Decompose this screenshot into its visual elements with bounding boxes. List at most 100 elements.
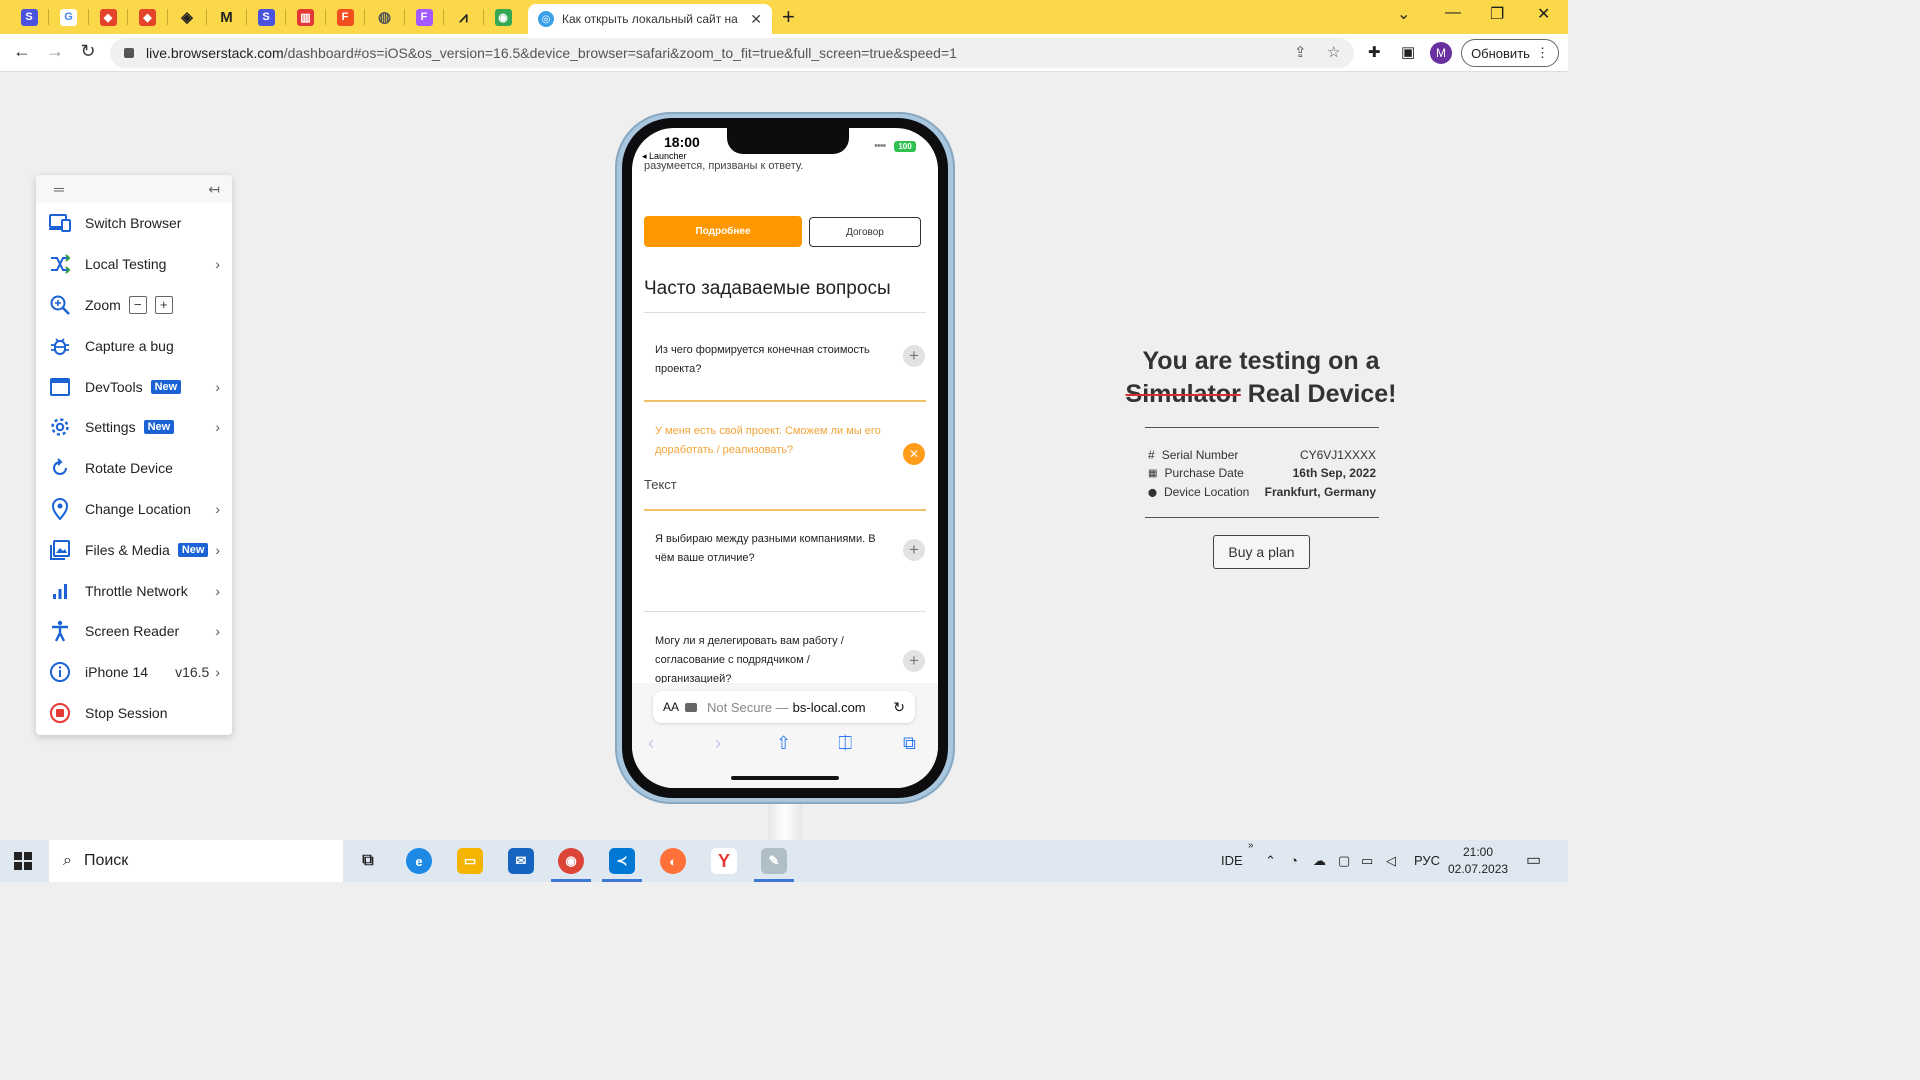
device-screen[interactable]: 18:00 ◂ Launcher •••• 100 разумеется, пр… [632,128,938,788]
battery-icon[interactable]: ▭ [1361,853,1373,869]
safari-bookmarks-icon[interactable]: ⎅ [838,733,852,754]
safari-forward-icon[interactable]: › [715,733,721,754]
volume-icon[interactable]: ◁ [1386,853,1396,869]
chrome-icon: ◉ [494,8,512,26]
tray-language[interactable]: РУС [1414,853,1440,868]
menu-item-change-location[interactable]: Change Location › [36,489,232,530]
edge-icon[interactable]: e [406,848,432,874]
zoom-out-button[interactable]: − [128,295,147,314]
file-explorer-icon[interactable]: ▭ [457,848,483,874]
address-bar[interactable]: live.browserstack.com/dashboard#os=iOS&o… [110,38,1354,68]
menu-item-rotate-device[interactable]: Rotate Device [36,448,232,489]
menu-item-screen-reader[interactable]: Screen Reader › [36,611,232,652]
menu-item-label: Files & Media [85,541,170,558]
pinned-tab[interactable]: ◍ [368,5,402,29]
pinned-tab[interactable]: F [407,5,441,29]
task-view-icon[interactable]: ⧉ [355,848,381,874]
faq-question[interactable]: Из чего формируется конечная стоимость п… [655,341,885,379]
home-indicator[interactable] [731,776,839,780]
drag-handle-icon[interactable]: ═ [54,181,64,197]
bookmark-star-icon[interactable]: ☆ [1327,43,1340,61]
menu-item-files-media[interactable]: Files & Media New › [36,529,232,570]
pinned-tab[interactable]: ◉ [486,5,520,29]
expand-plus-icon[interactable]: + [903,539,925,561]
menu-item-switch-browser[interactable]: Switch Browser [36,203,232,244]
tab-search-icon[interactable]: ⌄ [1397,4,1410,24]
reload-button[interactable]: ↻ [76,41,100,62]
pinned-tab[interactable]: S [249,5,283,29]
active-app-indicator [602,879,642,882]
paint-icon[interactable]: ✎ [761,848,787,874]
pinned-tab[interactable]: ▥ [289,5,323,29]
share-icon[interactable]: ⇪ [1294,43,1307,61]
buy-plan-button[interactable]: Buy a plan [1213,535,1310,569]
new-tab-button[interactable]: + [782,4,795,30]
expand-plus-icon[interactable]: + [903,650,925,672]
close-window-button[interactable]: ✕ [1537,4,1550,24]
faq-question[interactable]: Я выбираю между разными компаниями. В чё… [655,530,885,568]
tab-active[interactable]: ◎ Как открыть локальный сайт на ✕ [528,4,772,34]
menu-item-zoom[interactable]: Zoom − + [36,285,232,326]
pinned-tab[interactable]: M [210,5,244,29]
profile-avatar[interactable]: M [1430,42,1452,64]
windows-start-icon[interactable] [14,852,32,870]
pinned-tab[interactable]: G [52,5,86,29]
safari-back-icon[interactable]: ‹ [648,733,654,754]
menu-item-throttle-network[interactable]: Throttle Network › [36,570,232,611]
purchase-label: Purchase Date [1164,466,1244,480]
safari-share-icon[interactable]: ⇧ [776,733,791,754]
maximize-button[interactable]: ❐ [1490,4,1504,24]
pinned-tab[interactable]: ◈ [170,5,204,29]
tab-separator [482,9,484,25]
faq-question[interactable]: Могу ли я делегировать вам работу / согл… [655,632,885,689]
menu-item-devtools[interactable]: DevTools New › [36,366,232,407]
forward-button[interactable]: → [43,41,67,62]
taskbar-search[interactable]: ⌕ Поиск [49,840,343,882]
pinned-tab[interactable]: ⩘ [447,5,481,29]
faq-question-open[interactable]: У меня есть свой проект. Сможем ли мы ег… [655,422,885,460]
reader-aa-button[interactable]: AA [663,700,679,714]
location-icon [48,497,72,521]
extensions-icon[interactable]: ✚ [1368,43,1381,61]
contract-button[interactable]: Договор [809,217,921,247]
tray-overflow-icon[interactable]: » [1248,840,1254,851]
pinned-tab[interactable]: S [12,5,46,29]
zoom-in-button[interactable]: + [154,295,173,314]
wifi-icon[interactable]: ◔ [1290,853,1298,868]
yandex-icon[interactable]: Y [711,848,737,874]
collapse-x-icon[interactable]: ✕ [903,443,925,465]
menu-item-local-testing[interactable]: Local Testing › [36,244,232,285]
menu-item-stop-session[interactable]: Stop Session [36,693,232,734]
divider [644,611,926,612]
onedrive-icon[interactable]: ☁ [1313,853,1326,869]
active-app-indicator [754,879,794,882]
expand-plus-icon[interactable]: + [903,345,925,367]
notification-icon[interactable]: ▭ [1526,850,1541,870]
dynamic-notch [727,128,849,154]
pinned-tab[interactable]: ◆ [91,5,125,29]
safari-address-bar[interactable]: AA Not Secure — bs-local.com ↻ [653,691,915,723]
collapse-menu-icon[interactable]: ↤ [208,181,220,198]
camera-icon[interactable]: ▢ [1338,853,1350,869]
firefox-icon[interactable]: ◐ [660,848,686,874]
more-button[interactable]: Подробнее [644,216,802,247]
tab-separator [285,9,286,25]
tray-ide[interactable]: IDE [1221,853,1243,868]
tray-up-icon[interactable]: ⌃ [1265,853,1276,869]
safari-reload-icon[interactable]: ↻ [893,699,905,716]
vscode-icon[interactable]: ≺ [609,848,635,874]
chrome-icon[interactable]: ◉ [558,848,584,874]
taskbar-clock[interactable]: 21:00 02.07.2023 [1448,844,1508,878]
update-button[interactable]: Обновить ⋮ [1461,39,1559,67]
close-tab-icon[interactable]: ✕ [750,11,762,28]
menu-item-iphone-14[interactable]: iPhone 14 v16.5 › [36,652,232,693]
side-panel-icon[interactable]: ▣ [1401,43,1415,61]
minimize-button[interactable]: — [1445,4,1461,22]
mail-icon[interactable]: ✉ [508,848,534,874]
menu-item-capture-a-bug[interactable]: Capture a bug [36,325,232,366]
pinned-tab[interactable]: F [328,5,362,29]
safari-tabs-icon[interactable]: ⧉ [903,733,916,754]
back-button[interactable]: ← [10,41,34,62]
menu-item-settings[interactable]: Settings New › [36,407,232,448]
pinned-tab[interactable]: ◆ [131,5,165,29]
